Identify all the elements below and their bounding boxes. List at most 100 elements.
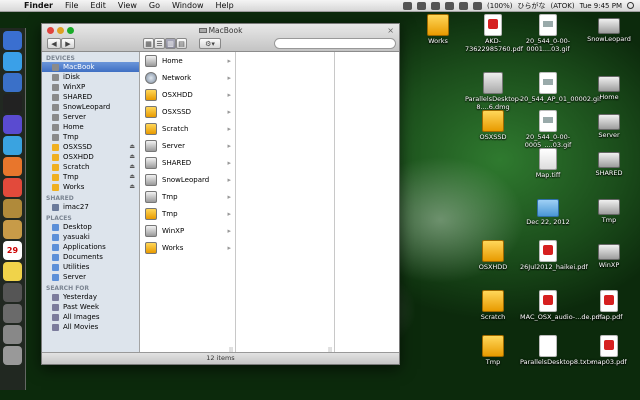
desktop-icon-home[interactable]: Home	[581, 72, 637, 102]
column-item-shared[interactable]: SHARED ▸	[140, 154, 235, 171]
column-item-osxssd[interactable]: OSXSSD ▸	[140, 103, 235, 120]
desktop-icon-scratch[interactable]: Scratch	[465, 290, 521, 322]
eject-icon[interactable]: ⏏	[129, 143, 135, 150]
column-item-tmp[interactable]: Tmp ▸	[140, 205, 235, 222]
finder-icon[interactable]	[3, 31, 22, 50]
terminal-icon[interactable]	[3, 94, 22, 113]
sidebar-item-imac27[interactable]: imac27	[42, 202, 139, 212]
volume-icon[interactable]	[459, 1, 469, 10]
input-method[interactable]: ひらがな	[518, 1, 546, 11]
dropbox-icon[interactable]	[403, 1, 413, 10]
sidebar-item-shared[interactable]: SHARED	[42, 92, 139, 102]
sidebar-item-utilities[interactable]: Utilities	[42, 262, 139, 272]
desktop-icon-tmp[interactable]: Tmp	[581, 195, 637, 225]
photos-icon[interactable]	[3, 199, 22, 218]
column-view-button[interactable]: ▥	[165, 38, 176, 49]
desktop-icon-mac-osx-audio-de-pdf[interactable]: MAC_OSX_audio-...de.pdf	[520, 290, 602, 322]
column-item-tmp[interactable]: Tmp ▸	[140, 188, 235, 205]
system-preferences-icon[interactable]	[3, 325, 22, 344]
sidebar-item-documents[interactable]: Documents	[42, 252, 139, 262]
forward-button[interactable]: ▶	[61, 38, 75, 49]
column-item-network[interactable]: Network ▸	[140, 69, 235, 86]
menu-edit[interactable]: Edit	[84, 1, 112, 10]
column-item-osxhdd[interactable]: OSXHDD ▸	[140, 86, 235, 103]
desktop-icon-server[interactable]: Server	[581, 110, 637, 140]
sidebar-item-tmp[interactable]: Tmp ⏏	[42, 172, 139, 182]
desktop-icon-tmp[interactable]: Tmp	[465, 335, 521, 367]
itunes-icon[interactable]	[3, 73, 22, 92]
menu-help[interactable]: Help	[210, 1, 240, 10]
sync-icon[interactable]	[417, 1, 427, 10]
sidebar-item-snowleopard[interactable]: SnowLeopard	[42, 102, 139, 112]
sidebar-section-search-title[interactable]: SEARCH FOR	[42, 282, 139, 292]
desktop-icon-20-544-0-00-0001-03-gif[interactable]: 20_544_0-00-0001....03.gif	[520, 14, 576, 53]
sidebar-item-macbook[interactable]: MacBook	[42, 62, 139, 72]
sidebar-item-winxp[interactable]: WinXP	[42, 82, 139, 92]
sidebar-item-yesterday[interactable]: Yesterday	[42, 292, 139, 302]
chrome-icon[interactable]	[3, 178, 22, 197]
menu-go[interactable]: Go	[143, 1, 166, 10]
menu-finder[interactable]: Finder	[18, 1, 59, 10]
trash-icon[interactable]	[3, 346, 22, 365]
battery-icon[interactable]	[473, 1, 483, 10]
menu-window[interactable]: Window	[166, 1, 210, 10]
sidebar-item-all-images[interactable]: All Images	[42, 312, 139, 322]
sidebar-item-all-movies[interactable]: All Movies	[42, 322, 139, 332]
action-menu-button[interactable]: ⚙▾	[199, 38, 221, 49]
desktop-icon-map-tiff[interactable]: Map.tiff	[520, 148, 576, 180]
icon-view-button[interactable]: ▦	[143, 38, 154, 49]
desktop-icon-dec-22-2012[interactable]: Dec 22, 2012	[520, 195, 576, 227]
desktop-icon-parallelsdesktop-8-6-dmg[interactable]: ParallelsDesktop-8....6.dmg	[465, 72, 521, 111]
spotlight-icon[interactable]	[627, 2, 634, 9]
menu-file[interactable]: File	[59, 1, 84, 10]
coverflow-view-button[interactable]: ▤	[176, 38, 187, 49]
sidebar-item-yasuaki[interactable]: yasuaki	[42, 232, 139, 242]
column-item-snowleopard[interactable]: SnowLeopard ▸	[140, 171, 235, 188]
sidebar-section-places-title[interactable]: PLACES	[42, 212, 139, 222]
sidebar-item-works[interactable]: Works ⏏	[42, 182, 139, 192]
desktop-icon-osxssd[interactable]: OSXSSD	[465, 110, 521, 142]
desktop-icon-winxp[interactable]: WinXP	[581, 240, 637, 270]
desktop-icon-akd-73622985760-pdf[interactable]: AKD-73622985760.pdf	[465, 14, 523, 53]
sidebar-item-idisk[interactable]: iDisk	[42, 72, 139, 82]
sidebar-item-tmp[interactable]: Tmp	[42, 132, 139, 142]
calendar-icon[interactable]: 29	[3, 241, 22, 260]
utility-icon[interactable]	[3, 304, 22, 323]
sidebar-item-server[interactable]: Server	[42, 112, 139, 122]
column-item-scratch[interactable]: Scratch ▸	[140, 120, 235, 137]
sidebar-item-scratch[interactable]: Scratch ⏏	[42, 162, 139, 172]
desktop-icon-map03-pdf[interactable]: map03.pdf	[581, 335, 637, 367]
sidebar-item-applications[interactable]: Applications	[42, 242, 139, 252]
back-button[interactable]: ◀	[47, 38, 61, 49]
list-view-button[interactable]: ☰	[154, 38, 165, 49]
desktop-icon-snowleopard[interactable]: SnowLeopard	[581, 14, 637, 44]
desktop-icon-map-pdf[interactable]: map.pdf	[581, 290, 637, 322]
notes-icon[interactable]	[3, 262, 22, 281]
app-store-icon[interactable]	[3, 52, 22, 71]
sidebar-item-desktop[interactable]: Desktop	[42, 222, 139, 232]
sidebar-item-osxssd[interactable]: OSXSSD ⏏	[42, 142, 139, 152]
column-item-server[interactable]: Server ▸	[140, 137, 235, 154]
desktop-icon-parallelsdesktop8-txtx[interactable]: ParallelsDesktop8.txtx	[520, 335, 593, 367]
title-bar[interactable]: MacBook × ◀ ▶ ▦ ☰ ▥ ▤ ⚙▾	[42, 24, 399, 52]
menu-view[interactable]: View	[112, 1, 143, 10]
firefox-icon[interactable]	[3, 157, 22, 176]
desktop-icon-26jul2012-haikei-pdf[interactable]: 26Jul2012_haikei.pdf	[520, 240, 588, 272]
wifi-icon[interactable]	[445, 1, 455, 10]
desktop-icon-20-544-0-00-0005-03-gif[interactable]: 20_544_0-00-0005_....03.gif	[520, 110, 576, 149]
sidebar-item-osxhdd[interactable]: OSXHDD ⏏	[42, 152, 139, 162]
column-item-works[interactable]: Works ▸	[140, 239, 235, 256]
eject-icon[interactable]: ⏏	[129, 163, 135, 170]
desktop-icon-shared[interactable]: SHARED	[581, 148, 637, 178]
sidebar-item-home[interactable]: Home	[42, 122, 139, 132]
desktop-icon-20-544-ap-01-00002-gif[interactable]: 20_544_AP_01_00002.gif	[520, 72, 601, 104]
eject-icon[interactable]: ⏏	[129, 173, 135, 180]
eject-icon[interactable]: ⏏	[129, 183, 135, 190]
calculator-icon[interactable]	[3, 283, 22, 302]
sidebar-section-devices-title[interactable]: DEVICES	[42, 52, 139, 62]
sidebar-item-past-week[interactable]: Past Week	[42, 302, 139, 312]
desktop-icon-works[interactable]: Works	[410, 14, 466, 46]
mail-icon[interactable]	[3, 136, 22, 155]
column-item-home[interactable]: Home ▸	[140, 52, 235, 69]
desktop-icon-osxhdd[interactable]: OSXHDD	[465, 240, 521, 272]
